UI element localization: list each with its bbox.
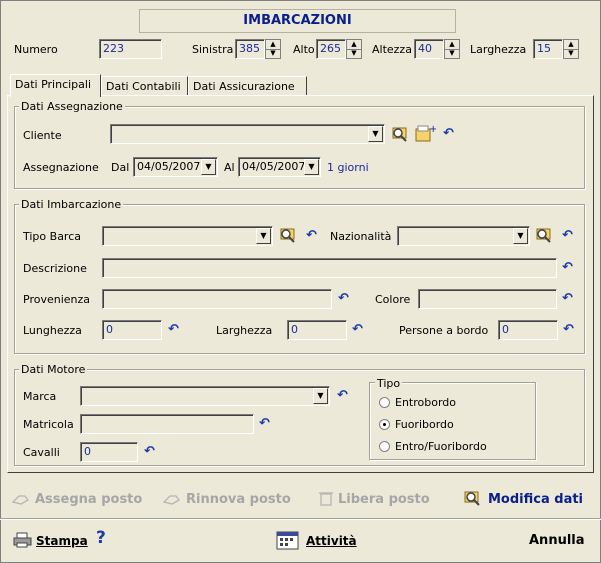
radio-entrobordo-label[interactable]: Entrobordo [395, 396, 456, 409]
undo-arrow-icon[interactable]: ↶ [144, 445, 155, 458]
tipo-barca-combo[interactable]: ▼ [102, 226, 273, 246]
group-title-assegnazione: Dati Assegnazione [19, 100, 125, 113]
undo-arrow-icon[interactable]: ↶ [337, 389, 348, 402]
alto-spinner[interactable]: ▲ ▼ [346, 39, 362, 59]
dal-date-combo[interactable]: 04/05/2007 ▼ [133, 157, 218, 177]
sinistra-spinner[interactable]: ▲ ▼ [265, 39, 281, 59]
marca-combo[interactable]: ▼ [80, 386, 330, 406]
sinistra-label: Sinistra [192, 43, 234, 56]
marca-label: Marca [23, 390, 57, 403]
assegnazione-label: Assegnazione [23, 161, 99, 174]
chevron-down-icon[interactable]: ▼ [313, 388, 328, 404]
search-binoculars-icon[interactable] [534, 225, 554, 245]
chevron-down-icon[interactable]: ▼ [368, 126, 383, 142]
tab-dati-contabili[interactable]: Dati Contabili [101, 76, 188, 96]
nazionalita-combo[interactable]: ▼ [397, 226, 530, 246]
dal-label: Dal [111, 161, 130, 174]
help-icon[interactable]: ? [96, 528, 106, 548]
chevron-down-icon[interactable]: ▼ [201, 159, 216, 175]
svg-text:+: + [429, 124, 436, 135]
lunghezza-field[interactable]: 0 [102, 320, 162, 340]
al-label: Al [224, 161, 235, 174]
tipo-barca-label: Tipo Barca [23, 230, 82, 243]
colore-label: Colore [375, 293, 411, 306]
undo-arrow-icon[interactable]: ↶ [443, 127, 454, 140]
giorni-text: 1 giorni [327, 161, 369, 174]
radio-entro-fuoribordo-label[interactable]: Entro/Fuoribordo [395, 440, 487, 453]
lunghezza-label: Lunghezza [23, 324, 82, 337]
nazionalita-label: Nazionalità [330, 230, 392, 243]
cliente-label: Cliente [23, 129, 62, 142]
tab-dati-assicurazione[interactable]: Dati Assicurazione [188, 76, 307, 96]
add-record-icon[interactable]: + [414, 123, 436, 145]
search-binoculars-icon[interactable] [278, 225, 298, 245]
undo-arrow-icon[interactable]: ↶ [562, 229, 573, 242]
undo-arrow-icon[interactable]: ↶ [338, 292, 349, 305]
hand-renew-icon [162, 495, 180, 505]
page-title: IMBARCAZIONI [139, 9, 456, 33]
rinnova-posto-button[interactable]: Rinnova posto [162, 490, 291, 507]
altezza-spinner[interactable]: ▲ ▼ [444, 39, 460, 59]
persone-a-bordo-field[interactable]: 0 [498, 320, 558, 340]
chevron-down-icon[interactable]: ▼ [304, 159, 319, 175]
alto-field[interactable]: 265 [316, 39, 346, 59]
group-title-imbarcazione: Dati Imbarcazione [19, 198, 124, 211]
radio-entrobordo[interactable] [379, 397, 390, 408]
cavalli-field[interactable]: 0 [80, 442, 138, 462]
radio-fuoribordo[interactable] [379, 419, 390, 430]
undo-arrow-icon[interactable]: ↶ [562, 292, 573, 305]
assegna-posto-button[interactable]: Assegna posto [11, 490, 142, 507]
cliente-combo[interactable]: ▼ [110, 124, 385, 144]
matricola-field[interactable] [80, 414, 254, 434]
provenienza-label: Provenienza [23, 293, 91, 306]
undo-arrow-icon[interactable]: ↶ [352, 323, 363, 336]
numero-field[interactable]: 223 [99, 39, 162, 59]
undo-arrow-icon[interactable]: ↶ [562, 261, 573, 274]
radio-fuoribordo-label[interactable]: Fuoribordo [395, 418, 454, 431]
tab-dati-principali[interactable]: Dati Principali [10, 74, 101, 97]
al-date-combo[interactable]: 04/05/2007 ▼ [238, 157, 321, 177]
descrizione-field[interactable] [102, 258, 557, 278]
radio-entro-fuoribordo[interactable] [379, 441, 390, 452]
provenienza-field[interactable] [102, 289, 332, 309]
larghezza-top-label: Larghezza [470, 43, 527, 56]
larghezza-top-spinner[interactable]: ▲ ▼ [563, 39, 579, 59]
modifica-dati-button[interactable]: Modifica dati [463, 489, 583, 507]
larghezza-field[interactable]: 0 [287, 320, 347, 340]
persone-a-bordo-label: Persone a bordo [399, 324, 489, 337]
group-title-motore: Dati Motore [19, 363, 88, 376]
printer-icon [13, 532, 32, 548]
sinistra-field[interactable]: 385 [235, 39, 265, 59]
cavalli-label: Cavalli [23, 446, 60, 459]
group-title-tipo: Tipo [375, 377, 403, 390]
larghezza-label: Larghezza [216, 324, 273, 337]
annulla-button[interactable]: Annulla [529, 533, 585, 548]
edit-search-icon [464, 491, 480, 506]
larghezza-top-field[interactable]: 15 [533, 39, 563, 59]
hand-assign-icon [11, 495, 29, 505]
alto-label: Alto [293, 43, 315, 56]
footer-separator [0, 518, 601, 520]
colore-field[interactable] [418, 289, 557, 309]
undo-arrow-icon[interactable]: ↶ [306, 229, 317, 242]
undo-arrow-icon[interactable]: ↶ [259, 417, 270, 430]
attivita-button[interactable]: Attività [276, 530, 357, 550]
trash-free-icon [319, 492, 333, 506]
altezza-label: Altezza [372, 43, 412, 56]
activity-calendar-icon [276, 531, 299, 550]
matricola-label: Matricola [23, 418, 74, 431]
chevron-down-icon[interactable]: ▼ [513, 228, 528, 244]
altezza-field[interactable]: 40 [414, 39, 444, 59]
descrizione-label: Descrizione [23, 262, 87, 275]
search-binoculars-icon[interactable] [390, 124, 410, 144]
numero-label: Numero [14, 43, 58, 56]
libera-posto-button[interactable]: Libera posto [318, 490, 430, 507]
undo-arrow-icon[interactable]: ↶ [563, 323, 574, 336]
undo-arrow-icon[interactable]: ↶ [168, 323, 179, 336]
chevron-down-icon[interactable]: ▼ [256, 228, 271, 244]
stampa-button[interactable]: Stampa [13, 532, 88, 548]
